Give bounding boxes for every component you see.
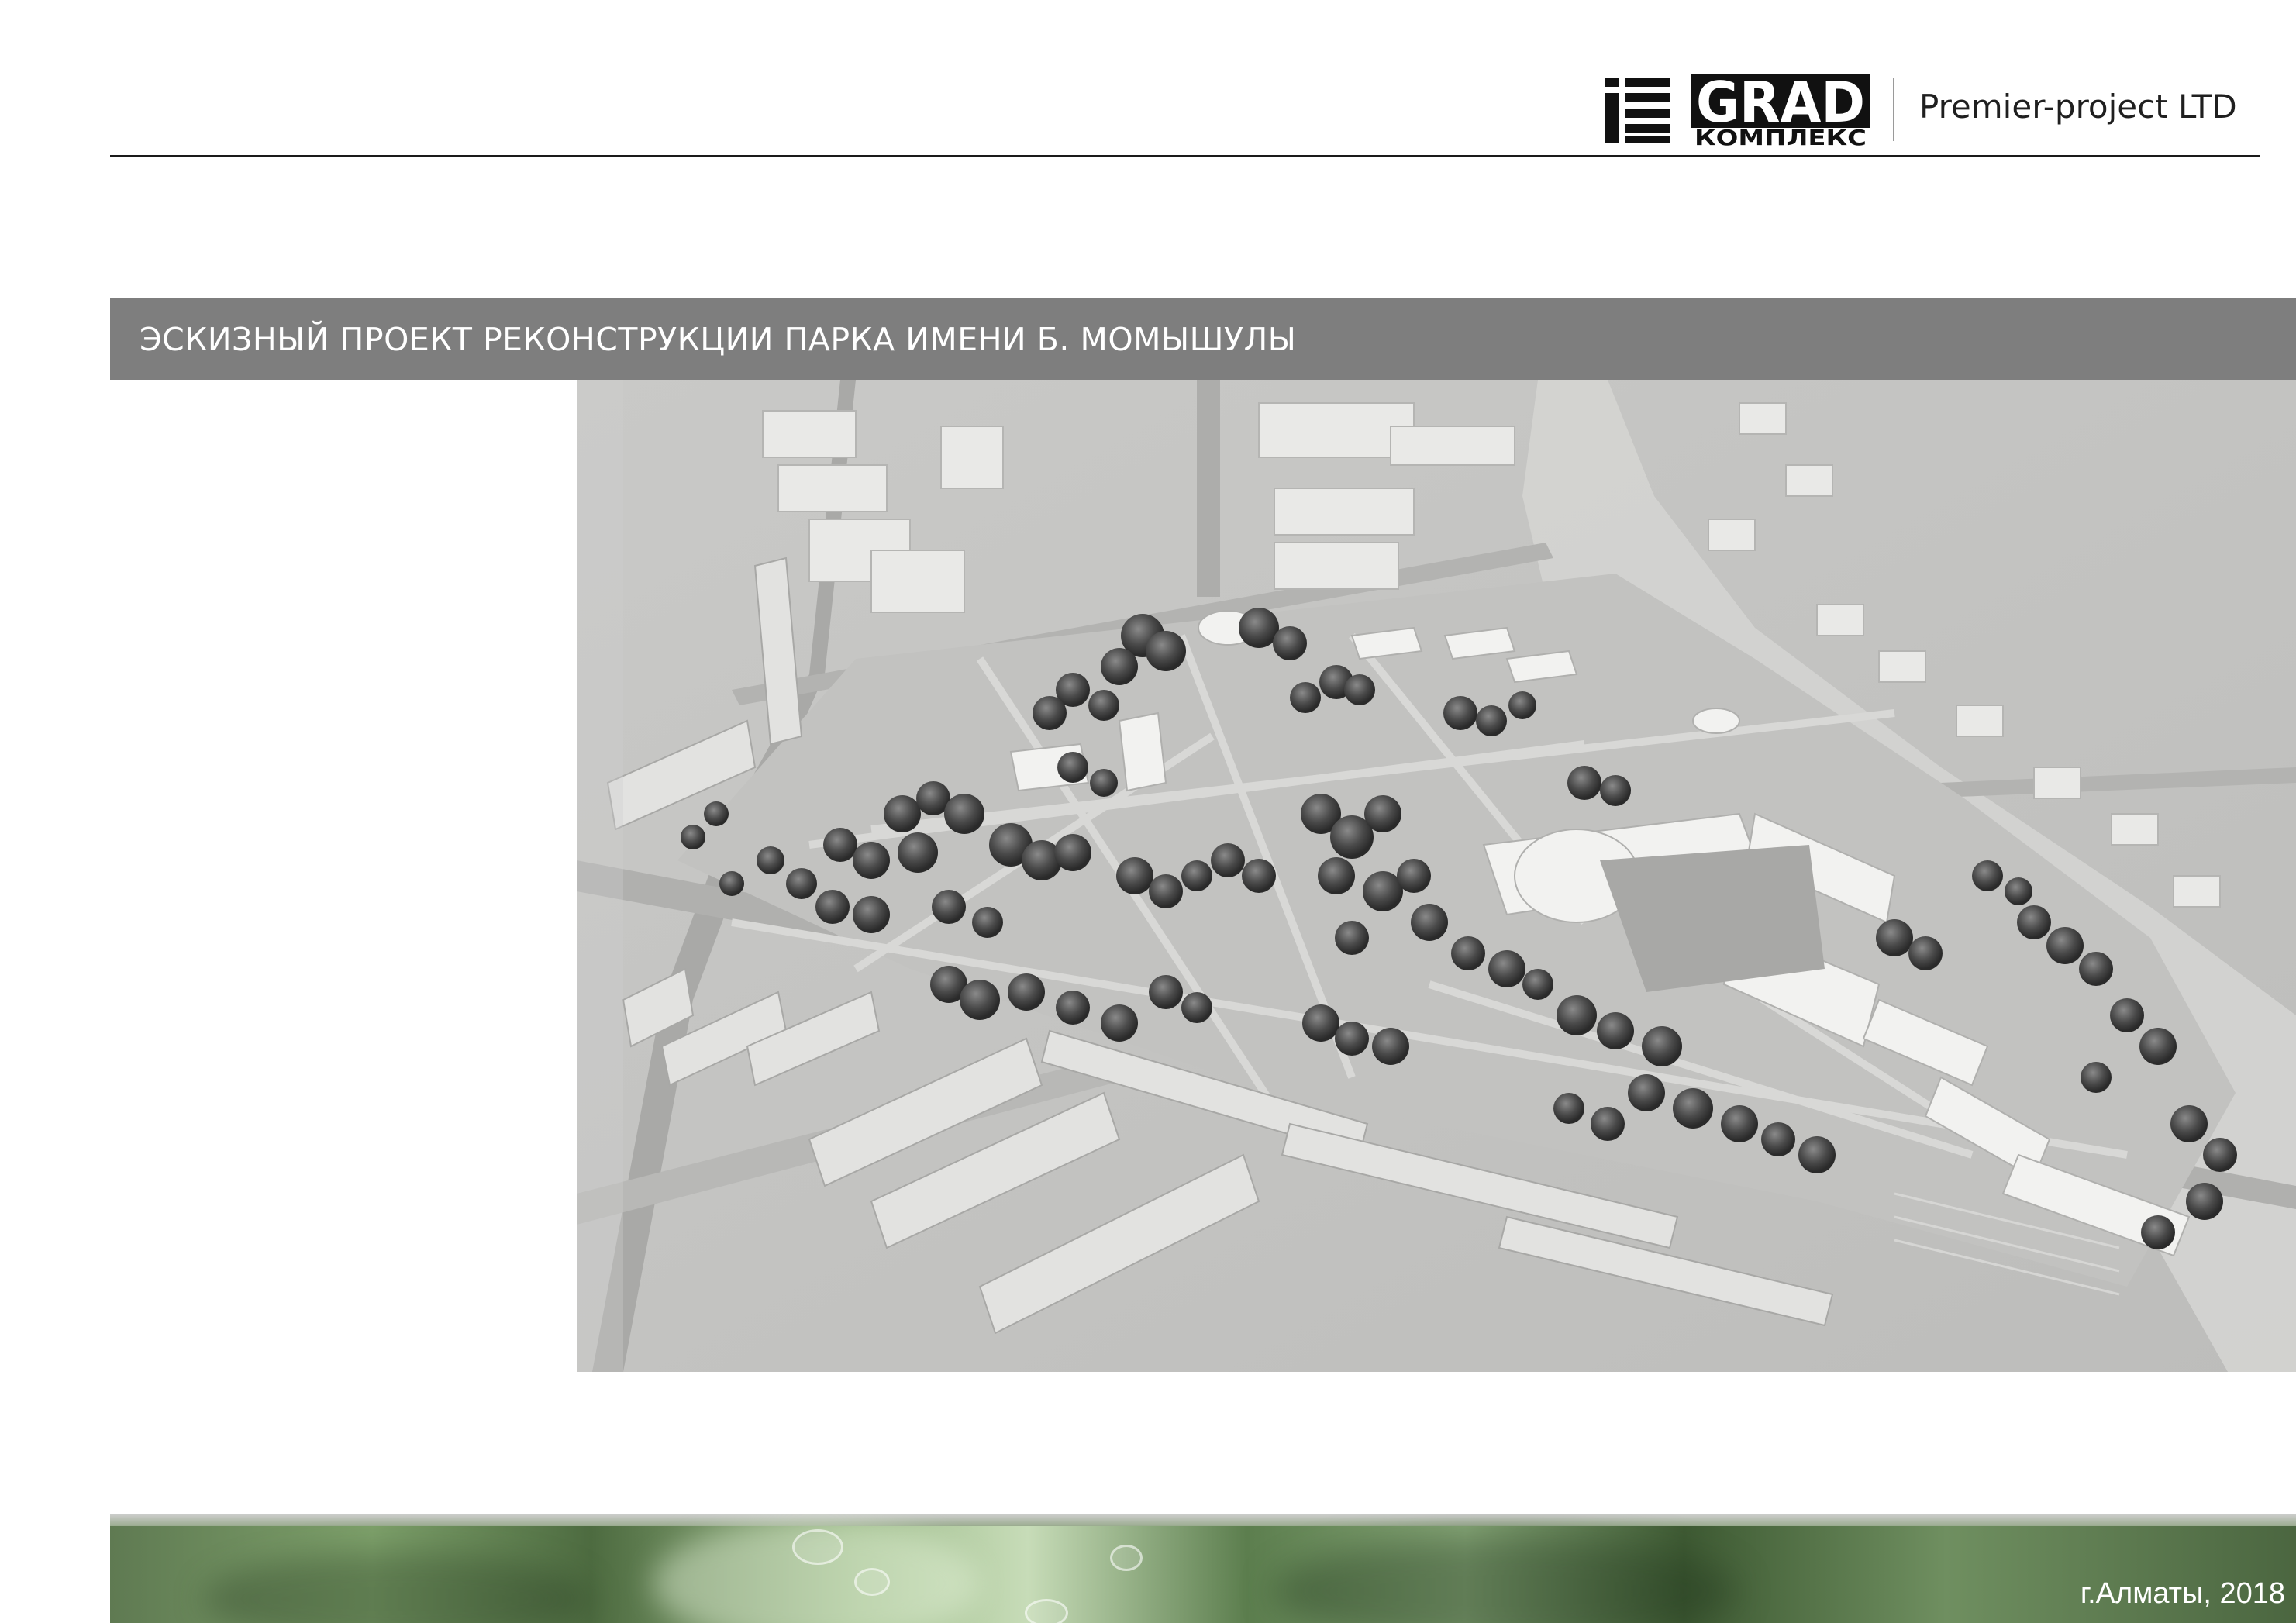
title-bar: ЭСКИЗНЫЙ ПРОЕКТ РЕКОНСТРУКЦИИ ПАРКА ИМЕН… xyxy=(110,298,2296,380)
header-rule xyxy=(110,155,2260,157)
logo-mark-icon xyxy=(1605,78,1670,143)
company-name: Premier-project LTD xyxy=(1919,88,2237,126)
footer-bokeh xyxy=(1273,1537,1738,1623)
grad-kompleks-logo-icon: GRAD КОМПЛЕКС xyxy=(1691,74,1870,147)
water-drop-icon xyxy=(792,1529,843,1565)
page-title: ЭСКИЗНЫЙ ПРОЕКТ РЕКОНСТРУКЦИИ ПАРКА ИМЕН… xyxy=(140,320,1297,358)
header-logo-area: GRAD КОМПЛЕКС Premier-project LTD xyxy=(1605,74,2271,147)
footer-banner: г.Алматы, 2018 xyxy=(110,1514,2296,1623)
water-drop-icon xyxy=(854,1568,890,1596)
footer-bokeh xyxy=(203,1552,591,1623)
footer-top-strip xyxy=(110,1514,2296,1526)
aerial-park-model-icon xyxy=(577,380,2296,1372)
water-drop-icon xyxy=(1110,1545,1143,1571)
aerial-park-render xyxy=(577,380,2296,1372)
logo-separator xyxy=(1893,78,1894,141)
logo-subtext: КОМПЛЕКС xyxy=(1694,125,1867,147)
city-date: г.Алматы, 2018 xyxy=(2080,1577,2285,1610)
water-drop-icon xyxy=(1025,1599,1068,1623)
